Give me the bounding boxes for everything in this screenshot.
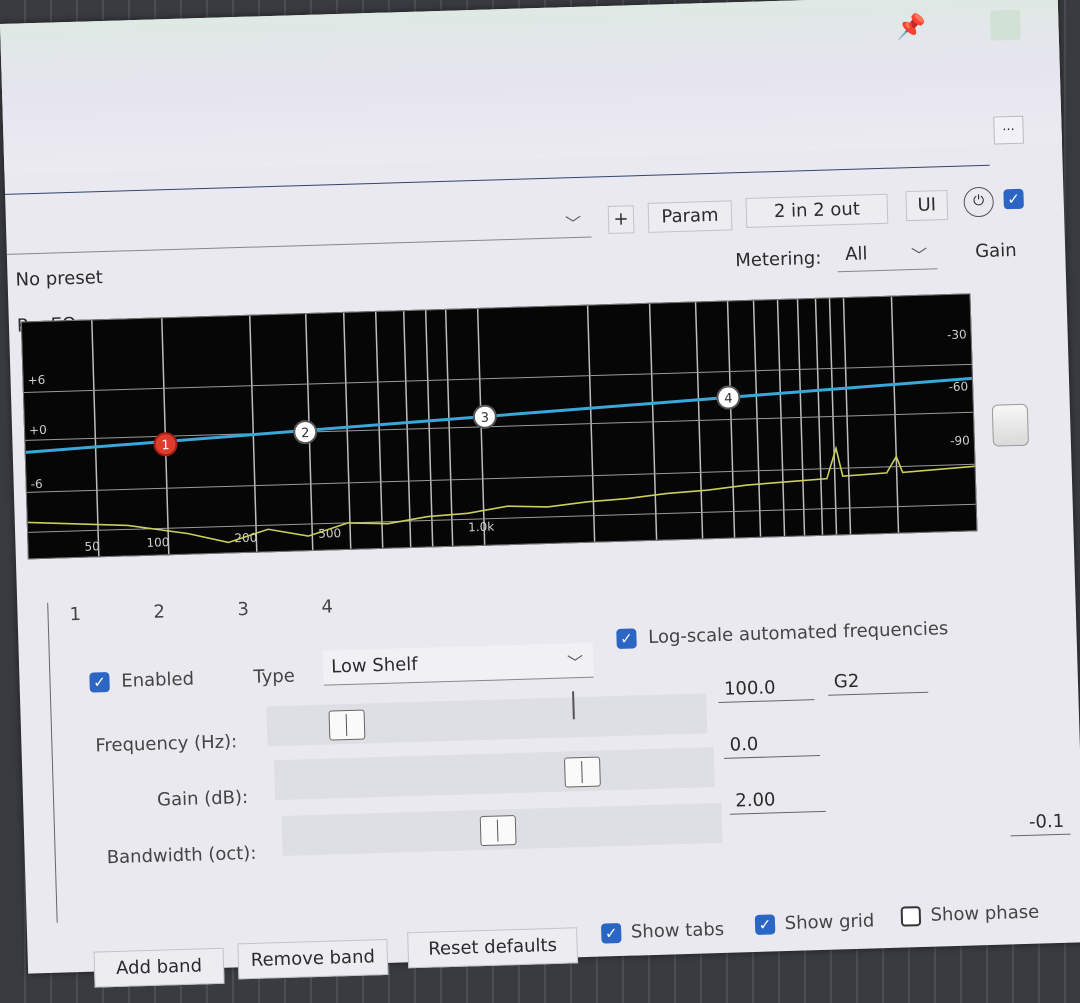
frequency-label: 200 [234,531,257,546]
frequency-label: 1.0k [468,520,494,535]
enabled-checkbox[interactable]: ✓ Enabled [89,669,194,693]
gain-value-field[interactable]: 0.0 [723,730,821,759]
chevron-down-icon: ﹀ [910,245,928,266]
frequency-slider-center-mark [572,691,575,720]
show-tabs-label: Show tabs [630,918,725,943]
metering-value: All [844,243,868,266]
band-node-label: 1 [161,438,170,453]
window-control-button[interactable] [990,9,1021,41]
band-tab-4[interactable]: 4 [321,596,333,617]
grid-line-horizontal [26,463,975,493]
reaeq-window: 📌 ... ﹀ + Param 2 in 2 out UI ⏻ ✓ No pre… [0,0,1080,988]
bandwidth-value-field[interactable]: 2.00 [729,785,826,815]
add-band-button[interactable]: Add band [93,947,225,988]
checkmark-icon: ✓ [1003,188,1024,210]
chevron-down-icon: ﹀ [564,213,582,234]
db-label: -6 [30,477,42,491]
band-tab-2[interactable]: 2 [153,601,165,622]
checkmark-icon: ✓ [600,922,622,944]
remove-band-button[interactable]: Remove band [237,938,389,980]
band-node-label: 3 [481,411,490,426]
bandwidth-label: Bandwidth (oct): [106,842,257,869]
db-label: +0 [29,423,47,438]
reset-defaults-button[interactable]: Reset defaults [407,927,579,969]
metering-label: Metering: [735,247,822,272]
gain-slider-thumb[interactable] [564,756,601,788]
type-label: Type [253,665,296,688]
ui-button[interactable]: UI [905,189,949,222]
checkmark-icon: ✓ [754,914,776,935]
frequency-label: Frequency (Hz): [95,731,238,757]
output-gain-slider-thumb[interactable] [991,403,1029,447]
more-options-button[interactable]: ... [993,115,1025,145]
checkmark-icon: ✓ [616,628,637,649]
bandwidth-slider-thumb[interactable] [479,815,517,847]
checkmark-icon: ✓ [89,672,110,693]
bandwidth-slider[interactable] [281,802,723,856]
band-node-label: 4 [724,391,733,406]
frequency-slider-thumb[interactable] [328,709,366,741]
meter-db-label: -90 [950,433,970,448]
gain-slider[interactable] [273,747,715,801]
gain-label: Gain [974,239,1017,263]
frequency-label: 50 [84,539,100,553]
band-tab-3[interactable]: 3 [237,599,249,620]
eq-graph-canvas[interactable]: +6+0-6-30-60-9050 100 200 500 1.0k1234 [22,294,977,558]
pin-icon[interactable]: 📌 [896,13,927,42]
band-node-label: 2 [301,426,310,441]
frequency-slider[interactable] [266,691,708,747]
meter-db-label: -60 [948,379,968,394]
show-grid-label: Show grid [784,910,875,935]
checkbox-empty-icon [900,906,922,927]
show-grid-checkbox[interactable]: ✓ Show grid [754,910,875,935]
power-icon[interactable]: ⏻ [963,186,995,218]
meter-db-label: -30 [947,327,967,342]
band-tab-1[interactable]: 1 [69,604,81,625]
gain-db-label: Gain (dB): [156,786,249,811]
chevron-down-icon: ﹀ [566,652,584,673]
eq-graph[interactable]: +6 +0 -6 -30 -60 -90 50 100 200 500 1.0k 1 2 3 4 [20,293,978,560]
show-phase-checkbox[interactable]: Show phase [900,901,1040,927]
preset-label: No preset [15,267,104,291]
param-button[interactable]: Param [647,200,733,233]
preset-dropdown[interactable]: ﹀ [5,206,592,255]
show-phase-label: Show phase [930,901,1040,926]
band-type-value: Low Shelf [330,653,418,678]
band-type-dropdown[interactable]: Low Shelf ﹀ [322,642,594,686]
frequency-value-field[interactable]: 100.0 [717,674,815,703]
add-preset-button[interactable]: + [607,205,635,235]
db-label: +6 [27,373,45,388]
metering-dropdown[interactable]: All ﹀ [836,236,938,273]
show-tabs-checkbox[interactable]: ✓ Show tabs [600,918,725,944]
note-value-field[interactable]: G2 [827,666,929,696]
output-gain-value-field[interactable]: -0.1 [1009,808,1071,837]
log-scale-label: Log-scale automated frequencies [647,618,949,649]
enabled-label: Enabled [120,668,195,692]
io-routing-button[interactable]: 2 in 2 out [745,193,889,228]
frequency-label: 100 [146,535,169,550]
grid-line-horizontal [28,503,976,533]
log-scale-checkbox[interactable]: ✓ Log-scale automated frequencies [616,618,949,649]
bypass-checkbox[interactable]: ✓ [1003,188,1024,210]
